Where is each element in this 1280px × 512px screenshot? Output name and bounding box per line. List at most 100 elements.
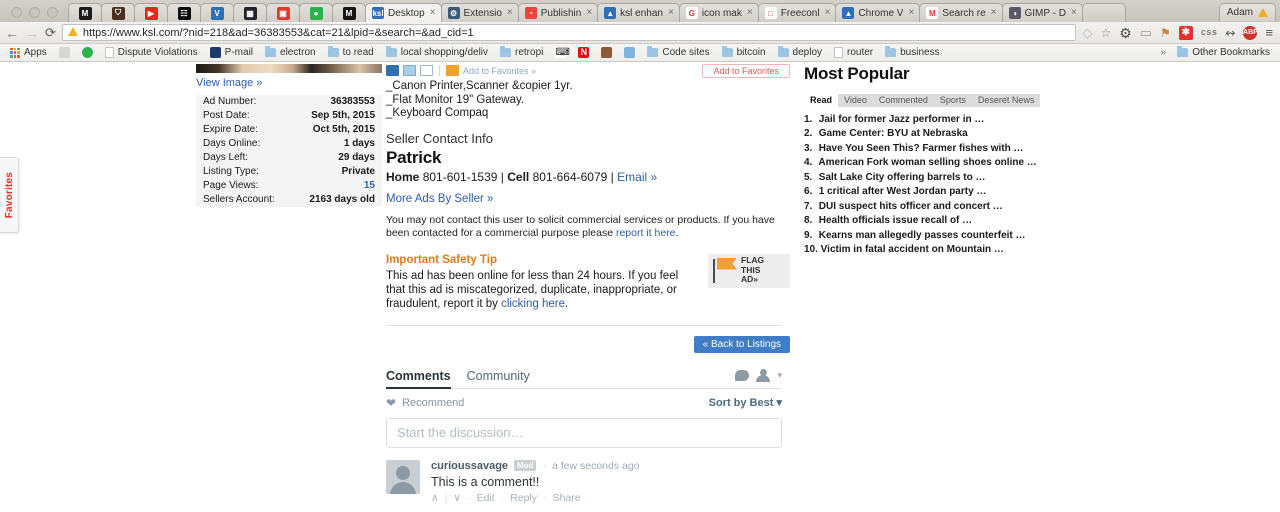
window-traffic-lights[interactable] (2, 7, 68, 22)
add-to-favorites-button[interactable]: Add to Favorites (702, 63, 790, 78)
profile-chip[interactable]: Adam (1218, 3, 1276, 21)
share-icon[interactable] (386, 65, 399, 76)
tab-search-re[interactable]: M Search re × (919, 3, 1003, 22)
pinned-tab-medium2[interactable]: M (332, 3, 366, 22)
bookmark-star-icon[interactable]: ☆ (1100, 27, 1111, 39)
tab-close-icon[interactable]: × (507, 8, 513, 18)
tab-ksl-enhan[interactable]: ▲ ksl enhan × (597, 3, 680, 22)
comment-input[interactable]: Start the discussion… (386, 417, 782, 448)
favorite-star-icon[interactable] (446, 65, 459, 76)
flag-this-ad-button[interactable]: FLAG THIS AD» (708, 253, 790, 288)
pinned-tab-nudge[interactable]: ▣ (266, 3, 300, 22)
tab-extensio[interactable]: ⚙ Extensio × (440, 3, 519, 22)
pinned-tab-book[interactable]: ☷ (167, 3, 201, 22)
bookmark-netflix[interactable]: N (572, 45, 595, 61)
tab-icon-mak[interactable]: Gicon mak × (678, 3, 759, 22)
tab-chrome-v[interactable]: ▲ Chrome V × (835, 3, 921, 22)
most-popular-item[interactable]: 1. Jail for former Jazz performer in … (804, 113, 1080, 127)
tab-comments[interactable]: Comments (386, 369, 451, 389)
tab-desktop[interactable]: ksl Desktop × (365, 3, 442, 22)
email-seller-link[interactable]: Email » (617, 170, 657, 184)
tab-close-icon[interactable]: × (747, 8, 753, 18)
tab-close-icon[interactable]: × (586, 8, 592, 18)
most-popular-tab-sports[interactable]: Sports (934, 94, 972, 107)
bookmarks-overflow-button[interactable]: » (1156, 47, 1172, 58)
tab-community[interactable]: Community (467, 369, 530, 383)
most-popular-tab-deseret-news[interactable]: Deseret News (972, 94, 1041, 107)
forward-button[interactable]: → (25, 26, 39, 40)
shield-icon[interactable]: ◇ (1082, 26, 1092, 39)
edit-button[interactable]: Edit (477, 492, 495, 504)
tab-gimp-d[interactable]: ◑ GIMP - D × (1001, 3, 1083, 22)
email-icon[interactable] (420, 65, 433, 76)
add-to-favorites-link[interactable]: Add to Favorites » (463, 66, 536, 76)
stumble-icon[interactable]: ↭ (1225, 27, 1235, 39)
tab-close-icon[interactable]: × (1071, 8, 1077, 18)
puzzle-red-icon[interactable]: ✱ (1178, 25, 1193, 40)
tab-freeconl[interactable]: □ Freeconl × (757, 3, 837, 22)
most-popular-item[interactable]: 10. Victim in fatal accident on Mountain… (804, 243, 1080, 257)
more-ads-by-seller-link[interactable]: More Ads By Seller » (386, 193, 493, 205)
gear-icon[interactable]: ⚙ (1119, 26, 1132, 40)
most-popular-tab-read[interactable]: Read (804, 93, 839, 107)
bookmark-other-bookmarks[interactable]: Other Bookmarks (1171, 45, 1276, 61)
share-button[interactable]: Share (553, 492, 581, 504)
bookmark-reddit[interactable] (53, 45, 76, 61)
bookmark-electron[interactable]: electron (259, 45, 322, 61)
bookmark-business[interactable]: business (879, 45, 945, 61)
window-maximize-button[interactable] (47, 7, 58, 18)
bookmark-hangouts[interactable] (76, 45, 99, 61)
upvote-button[interactable]: ∧ (431, 492, 439, 504)
bookmark-apps[interactable]: Apps (4, 45, 53, 61)
back-button[interactable]: ← (5, 26, 19, 40)
back-to-listings-button[interactable]: « Back to Listings (693, 335, 790, 353)
user-avatar-icon[interactable] (756, 369, 771, 382)
clicking-here-link[interactable]: clicking here (501, 298, 565, 310)
bookmark-dispute-violations[interactable]: Dispute Violations (99, 45, 204, 61)
most-popular-item[interactable]: 8. Health officials issue recall of … (804, 214, 1080, 228)
comment-author[interactable]: curioussavage (431, 460, 508, 472)
bookmark-deploy[interactable]: deploy (772, 45, 828, 61)
adblock-icon[interactable]: ABP (1243, 25, 1258, 40)
most-popular-item[interactable]: 4. American Fork woman selling shoes onl… (804, 156, 1080, 170)
bookmark-router[interactable]: router (828, 45, 879, 61)
most-popular-item[interactable]: 6. 1 critical after West Jordan party … (804, 185, 1080, 199)
bookmark-to-read[interactable]: to read (322, 45, 380, 61)
bookmark-photo[interactable] (595, 45, 618, 61)
bookmark-github[interactable]: ⌨ (549, 45, 572, 61)
chevron-down-icon[interactable]: ▾ (777, 370, 782, 381)
menu-icon[interactable]: ≡ (1265, 26, 1273, 39)
recommend-button[interactable]: ❤ Recommend (386, 396, 464, 410)
bookmark-ksl[interactable] (618, 45, 641, 61)
favorites-side-tab[interactable]: Favorites (0, 157, 19, 233)
downvote-button[interactable]: ∨ (453, 492, 461, 504)
new-tab-button[interactable] (1081, 3, 1126, 22)
pinned-tab-medium[interactable]: M (68, 3, 102, 22)
most-popular-item[interactable]: 9. Kearns man allegedly passes counterfe… (804, 229, 1080, 243)
comment-bubble-icon[interactable] (735, 370, 750, 381)
bookmark-p-mail[interactable]: P-mail (204, 45, 259, 61)
reload-button[interactable]: ⟳ (45, 26, 56, 39)
ad-thumbnail-image[interactable] (196, 64, 382, 73)
pinned-tab-bucket[interactable]: ⛉ (101, 3, 135, 22)
tab-close-icon[interactable]: × (908, 8, 914, 18)
sort-by-button[interactable]: Sort by Best ▾ (709, 396, 782, 409)
tab-close-icon[interactable]: × (430, 8, 436, 18)
most-popular-item[interactable]: 2. Game Center: BYU at Nebraska (804, 127, 1080, 141)
most-popular-tab-commented[interactable]: Commented (873, 94, 934, 107)
bookmark-code-sites[interactable]: Code sites (641, 45, 715, 61)
bookmark-retropi[interactable]: retropi (494, 45, 549, 61)
pinned-tab-grid[interactable]: ▦ (233, 3, 267, 22)
cast-icon[interactable]: ▭ (1140, 26, 1152, 39)
reply-button[interactable]: Reply (510, 492, 537, 504)
bookmark-local-shopping-deliv[interactable]: local shopping/deliv (380, 45, 494, 61)
most-popular-item[interactable]: 5. Salt Lake City offering barrels to … (804, 171, 1080, 185)
view-image-link[interactable]: View Image » (196, 77, 262, 89)
pinned-tab-hangouts[interactable]: ● (299, 3, 333, 22)
print-icon[interactable] (403, 65, 416, 76)
window-minimize-button[interactable] (29, 7, 40, 18)
tab-close-icon[interactable]: × (991, 8, 997, 18)
window-close-button[interactable] (11, 7, 22, 18)
most-popular-tab-video[interactable]: Video (838, 94, 873, 107)
bookmark-bitcoin[interactable]: bitcoin (716, 45, 772, 61)
